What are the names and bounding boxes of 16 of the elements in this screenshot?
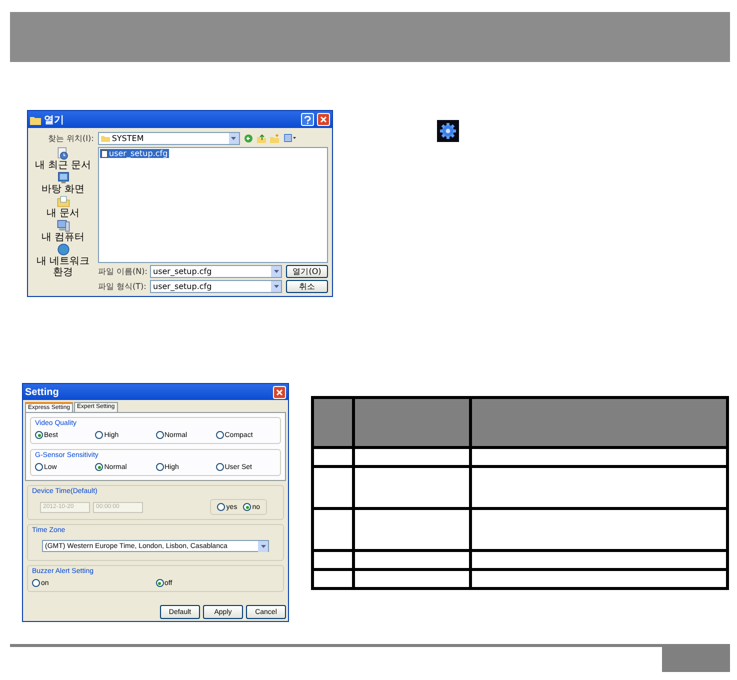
place-label[interactable]: 내 네트워크 환경: [31, 256, 95, 278]
place-label[interactable]: 바탕 화면: [41, 184, 85, 195]
file-name-label: 파일 이름(N):: [98, 266, 146, 277]
place-label[interactable]: 내 컴퓨터: [41, 232, 85, 243]
file-item[interactable]: user_setup.cfg: [100, 149, 169, 158]
look-in-dropdown[interactable]: SYSTEM: [98, 132, 240, 144]
window-title: 열기: [44, 114, 65, 126]
place-label[interactable]: 내 문서: [46, 208, 80, 219]
file-type-dropdown[interactable]: user_setup.cfg: [150, 280, 282, 293]
cancel-button[interactable]: 취소: [286, 280, 328, 293]
file-type-label: 파일 형식(T):: [98, 281, 146, 292]
file-name-field[interactable]: user_setup.cfg: [150, 265, 282, 278]
window-title: Setting: [25, 386, 60, 398]
look-in-label: 찾는 위치(I):: [48, 132, 94, 144]
open-button[interactable]: 열기(O): [286, 265, 328, 278]
place-label[interactable]: 내 최근 문서: [34, 160, 92, 171]
